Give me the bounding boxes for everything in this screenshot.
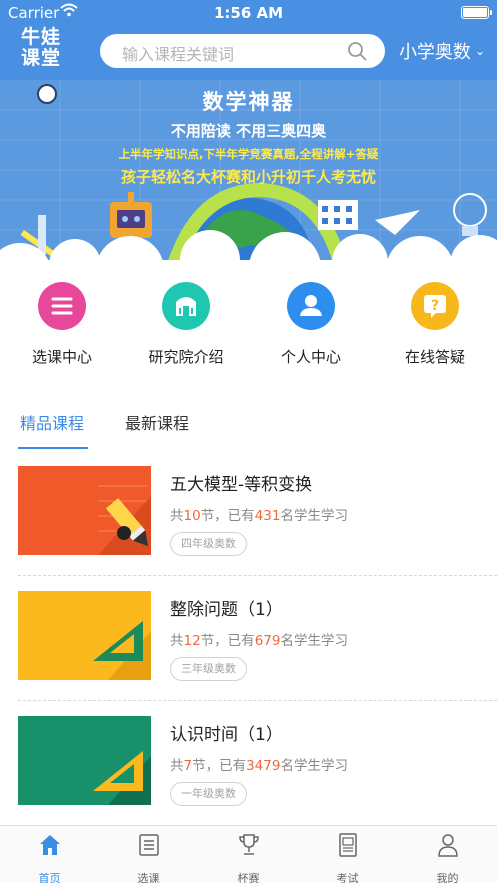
course-thumbnail bbox=[18, 466, 151, 555]
student-count: 431 bbox=[254, 508, 281, 524]
grade-tag: 四年级奥数 bbox=[170, 532, 247, 556]
entry-label: 在线答疑 bbox=[404, 348, 465, 366]
meta-suffix: 名学生学习 bbox=[280, 508, 348, 524]
exam-paper-icon bbox=[338, 833, 357, 857]
tabbar-competition[interactable]: 杯赛 bbox=[199, 832, 298, 883]
promo-banner[interactable]: 数学神器 不用陪读 不用三奥四奥 上半年学知识点,下半年学竞赛真题,全程讲解+答… bbox=[0, 80, 497, 267]
logo-line-2: 课堂 bbox=[20, 47, 61, 69]
entry-course-center[interactable]: 选课中心 bbox=[0, 282, 124, 367]
student-count: 3479 bbox=[246, 758, 281, 774]
tabbar-home[interactable]: 首页 bbox=[0, 832, 99, 883]
search-placeholder: 输入课程关键词 bbox=[122, 45, 235, 64]
institute-icon bbox=[162, 282, 210, 330]
app-logo[interactable]: 牛娃 课堂 bbox=[18, 27, 64, 73]
meta-suffix: 名学生学习 bbox=[280, 758, 348, 774]
banner-title: 数学神器 bbox=[202, 90, 295, 114]
lesson-count: 10 bbox=[183, 508, 201, 524]
tabbar-label: 首页 bbox=[38, 872, 61, 883]
grade-selector-label: 小学奥数 bbox=[398, 42, 471, 63]
meta-middle: 节，已有 bbox=[200, 508, 255, 524]
logo-line-1: 牛娃 bbox=[20, 26, 61, 48]
divider bbox=[18, 575, 497, 576]
active-tab-indicator bbox=[18, 447, 88, 449]
search-input[interactable]: 输入课程关键词 bbox=[100, 34, 385, 68]
grade-selector[interactable]: 小学奥数 ⌄ bbox=[399, 38, 485, 64]
user-icon bbox=[287, 282, 335, 330]
set-square-icon bbox=[93, 621, 151, 680]
lesson-count: 12 bbox=[183, 633, 201, 649]
course-item[interactable]: 五大模型-等积变换 共10节，已有431名学生学习 四年级奥数 bbox=[0, 452, 497, 576]
course-title: 认识时间（1） bbox=[170, 725, 283, 745]
tabbar-mine[interactable]: 我的 bbox=[398, 832, 497, 883]
app-header: Carrier 1:56 AM 牛娃 课堂 输入课程关键词 小学奥数 ⌄ bbox=[0, 0, 497, 80]
quick-entries: 选课中心 研究院介绍 个人中心 ? 在线答疑 bbox=[0, 282, 497, 377]
lesson-count: 7 bbox=[183, 758, 193, 774]
meta-prefix: 共 bbox=[170, 508, 184, 524]
person-icon bbox=[437, 834, 458, 857]
tabbar-courses[interactable]: 选课 bbox=[99, 832, 198, 883]
svg-text:?: ? bbox=[431, 298, 439, 314]
meta-prefix: 共 bbox=[170, 758, 184, 774]
tabbar-label: 杯赛 bbox=[237, 872, 260, 883]
course-title: 五大模型-等积变换 bbox=[170, 475, 313, 495]
search-icon[interactable] bbox=[347, 41, 367, 61]
course-title: 整除问题（1） bbox=[170, 600, 283, 620]
course-meta: 共12节，已有679名学生学习 bbox=[170, 629, 348, 649]
entry-label: 选课中心 bbox=[31, 348, 92, 366]
course-item[interactable]: 认识时间（1） 共7节，已有3479名学生学习 一年级奥数 bbox=[0, 702, 497, 826]
set-square-icon bbox=[93, 751, 151, 805]
grade-tag: 一年级奥数 bbox=[170, 782, 247, 806]
question-icon: ? bbox=[411, 282, 459, 330]
tabbar-exam[interactable]: 考试 bbox=[298, 832, 397, 883]
entry-label: 研究院介绍 bbox=[148, 348, 224, 366]
tabbar-label: 选课 bbox=[137, 872, 160, 883]
entry-online-qa[interactable]: ? 在线答疑 bbox=[373, 282, 497, 367]
banner-line-2: 不用陪读 不用三奥四奥 bbox=[170, 122, 327, 140]
meta-suffix: 名学生学习 bbox=[280, 633, 348, 649]
course-item[interactable]: 整除问题（1） 共12节，已有679名学生学习 三年级奥数 bbox=[0, 577, 497, 701]
chevron-down-icon: ⌄ bbox=[474, 44, 485, 58]
course-meta: 共10节，已有431名学生学习 bbox=[170, 504, 348, 524]
grade-tag: 三年级奥数 bbox=[170, 657, 247, 681]
status-bar: Carrier 1:56 AM bbox=[0, 0, 497, 26]
meta-prefix: 共 bbox=[170, 633, 184, 649]
entry-personal-center[interactable]: 个人中心 bbox=[249, 282, 373, 367]
course-thumbnail bbox=[18, 591, 151, 680]
course-thumbnail bbox=[18, 716, 151, 805]
home-icon bbox=[39, 835, 60, 855]
tab-featured-courses[interactable]: 精品课程 bbox=[20, 410, 84, 434]
tabbar-label: 我的 bbox=[436, 872, 459, 883]
status-time: 1:56 AM bbox=[213, 4, 284, 22]
tabbar-label: 考试 bbox=[336, 872, 359, 883]
banner-line-3: 上半年学知识点,下半年学竞赛真题,全程讲解+答疑 bbox=[118, 147, 379, 161]
bottom-tab-bar: 首页 选课 杯赛 考试 我的 bbox=[0, 825, 497, 883]
list-icon bbox=[138, 834, 159, 856]
course-meta: 共7节，已有3479名学生学习 bbox=[170, 754, 348, 774]
entry-label: 个人中心 bbox=[280, 348, 341, 366]
tab-latest-courses[interactable]: 最新课程 bbox=[125, 410, 189, 434]
banner-line-4: 孩子轻松名大杯赛和小升初千人考无忧 bbox=[120, 168, 376, 186]
divider bbox=[18, 700, 497, 701]
entry-institute-intro[interactable]: 研究院介绍 bbox=[124, 282, 248, 367]
meta-middle: 节，已有 bbox=[200, 633, 255, 649]
battery-icon bbox=[461, 6, 492, 19]
course-tabs: 精品课程 最新课程 bbox=[0, 402, 497, 449]
pencil-icon bbox=[98, 485, 151, 555]
student-count: 679 bbox=[254, 633, 281, 649]
meta-middle: 节，已有 bbox=[192, 758, 247, 774]
trophy-icon bbox=[238, 834, 259, 855]
menu-icon bbox=[38, 282, 86, 330]
